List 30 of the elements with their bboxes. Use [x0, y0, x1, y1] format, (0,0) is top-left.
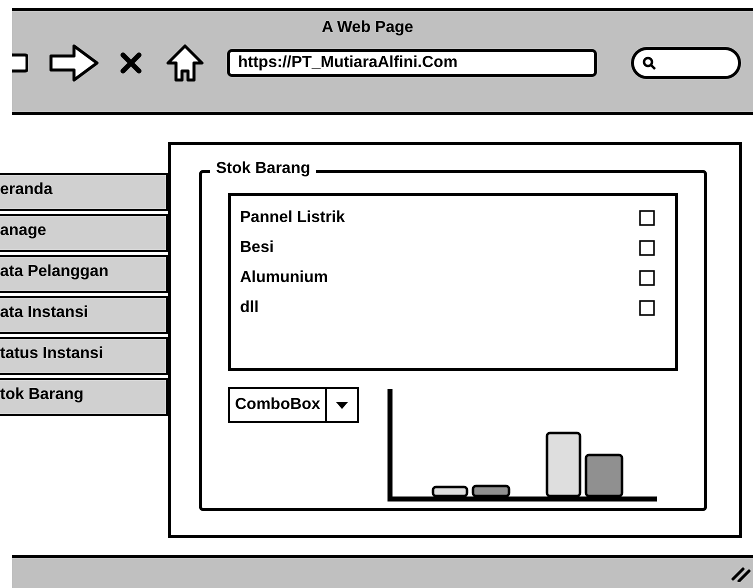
group-title: Stok Barang [210, 160, 316, 178]
list-item: Alumunium [240, 269, 328, 287]
checkbox[interactable] [639, 300, 655, 316]
sidebar-item[interactable]: ata Instansi [0, 296, 168, 334]
sidebar-item[interactable]: tok Barang [0, 378, 168, 416]
chart-bar [546, 432, 582, 498]
checkbox[interactable] [639, 240, 655, 256]
close-icon[interactable] [120, 52, 142, 74]
chart-bar [472, 484, 511, 498]
resize-grip-icon[interactable] [731, 566, 751, 582]
caret-icon [336, 402, 348, 408]
window-title: A Web Page [322, 19, 414, 37]
chart-bar [432, 486, 469, 498]
combo-box[interactable]: ComboBox [228, 387, 360, 423]
search-icon [642, 56, 656, 70]
address-field[interactable]: https://PT_MutiaraAlfini.Com [227, 49, 597, 77]
forward-arrow-icon[interactable] [48, 43, 100, 83]
list-item: dll [240, 299, 259, 317]
sidebar-item[interactable]: tatus Instansi [0, 337, 168, 375]
sidebar-item[interactable]: eranda [0, 173, 168, 211]
checkbox[interactable] [639, 210, 655, 226]
sidebar-item[interactable]: ata Pelanggan [0, 255, 168, 293]
sidebar-item[interactable]: anage [0, 214, 168, 252]
back-arrow-icon[interactable] [12, 52, 28, 74]
list-item: Besi [240, 239, 274, 257]
home-icon[interactable] [165, 43, 205, 83]
chart-bar [585, 454, 624, 498]
checkbox[interactable] [639, 270, 655, 286]
search-field[interactable] [631, 47, 741, 79]
list-item: Pannel Listrik [240, 209, 345, 227]
